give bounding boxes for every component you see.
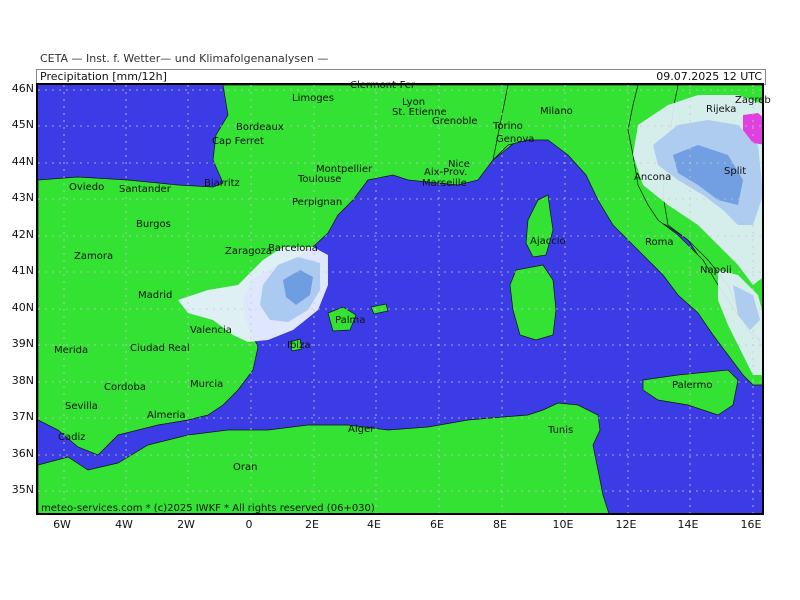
- lat-label-45n: 45N: [11, 118, 34, 131]
- city-label: Cadiz: [58, 432, 86, 443]
- city-label: Barcelona: [268, 243, 318, 254]
- map-title: Precipitation [mm/12h]: [40, 70, 167, 83]
- city-label: Napoli: [700, 265, 732, 276]
- lat-label-46n: 46N: [11, 82, 34, 95]
- lon-label-14e: 14E: [677, 518, 699, 531]
- city-label: Zamora: [74, 251, 114, 262]
- city-label: Alger: [348, 424, 375, 435]
- header-line: CETA — Inst. f. Wetter— und Klimafolgena…: [40, 52, 329, 65]
- city-label: Palma: [335, 315, 366, 326]
- city-label: Limoges: [292, 93, 334, 104]
- city-label: Palermo: [672, 380, 713, 391]
- city-label: Grenoble: [432, 116, 478, 127]
- city-label: Roma: [645, 237, 674, 248]
- city-label: Ibiza: [287, 340, 311, 351]
- city-label: Sevilla: [65, 401, 98, 412]
- lat-label-40n: 40N: [11, 301, 34, 314]
- lat-label-35n: 35N: [11, 483, 34, 496]
- city-label: Murcia: [190, 379, 224, 390]
- lon-label-2e: 2E: [305, 518, 319, 531]
- lat-label-38n: 38N: [11, 374, 34, 387]
- city-label: Oran: [233, 462, 258, 473]
- city-label: Oviedo: [69, 182, 105, 193]
- lat-label-43n: 43N: [11, 191, 34, 204]
- map-timestamp: 09.07.2025 12 UTC: [656, 70, 762, 83]
- city-label: Almeria: [147, 410, 186, 421]
- city-label: Milano: [540, 106, 573, 117]
- city-label: Torino: [493, 121, 523, 132]
- city-label: Aix-Prov.: [424, 167, 468, 178]
- copyright-text: meteo-services.com * (c)2025 IWKF * All …: [41, 503, 375, 514]
- lat-label-42n: 42N: [11, 228, 34, 241]
- lon-label-12e: 12E: [615, 518, 637, 531]
- city-label: Perpignan: [292, 197, 343, 208]
- city-label: Genova: [496, 134, 535, 145]
- city-label: Burgos: [136, 219, 171, 230]
- city-label: Cap Ferret: [212, 136, 264, 147]
- lon-label-6e: 6E: [430, 518, 444, 531]
- city-label: Bordeaux: [236, 122, 284, 133]
- city-label: Valencia: [190, 325, 232, 336]
- lon-label-2w: 2W: [177, 518, 195, 531]
- lat-label-37n: 37N: [11, 410, 34, 423]
- lat-label-39n: 39N: [11, 337, 34, 350]
- city-label: Cordoba: [104, 382, 146, 393]
- lat-label-41n: 41N: [11, 264, 34, 277]
- lon-label-8e: 8E: [493, 518, 507, 531]
- city-label: Merida: [54, 345, 89, 356]
- lon-label-0: 0: [245, 518, 253, 531]
- city-label: Clermont-Fer: [350, 80, 416, 91]
- city-label: Madrid: [138, 290, 173, 301]
- lon-label-16e: 16E: [740, 518, 762, 531]
- city-label: Rijeka: [706, 104, 737, 115]
- lon-label-4e: 4E: [367, 518, 381, 531]
- lat-label-44n: 44N: [11, 155, 34, 168]
- city-label: Split: [724, 166, 747, 177]
- city-label: Zagreb: [735, 95, 771, 106]
- city-label: Santander: [119, 184, 171, 195]
- lon-label-4w: 4W: [115, 518, 133, 531]
- lat-label-36n: 36N: [11, 447, 34, 460]
- city-label: Marseille: [422, 178, 467, 189]
- city-label: Ajaccio: [530, 236, 566, 247]
- lon-label-10e: 10E: [552, 518, 574, 531]
- city-label: Ciudad Real: [130, 343, 190, 354]
- city-label: Toulouse: [298, 174, 342, 185]
- city-label: Zaragoza: [225, 246, 273, 257]
- city-label: Biarritz: [204, 178, 240, 189]
- city-label: Ancona: [634, 172, 672, 183]
- lon-label-6w: 6W: [53, 518, 71, 531]
- city-label: Tunis: [548, 425, 574, 436]
